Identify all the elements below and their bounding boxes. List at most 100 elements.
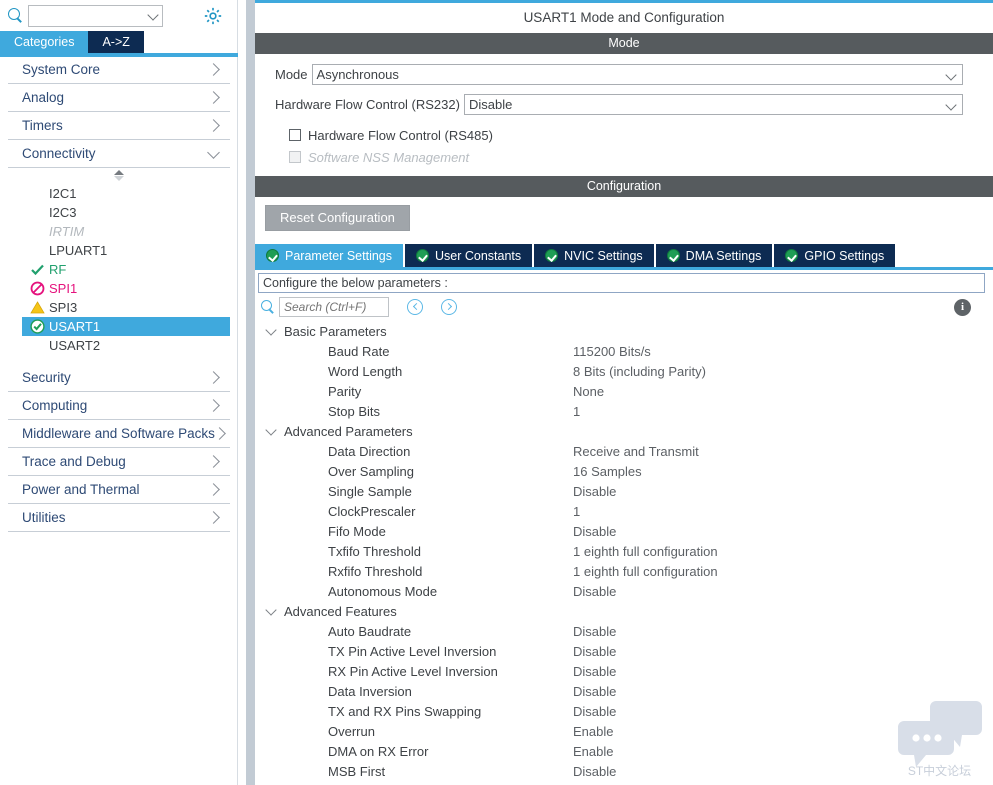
parameter-row[interactable]: OverrunEnable [261,721,993,741]
peripheral-item-usart1[interactable]: USART1 [22,317,230,336]
parameter-value[interactable]: 1 eighth full configuration [573,564,718,579]
parameter-row[interactable]: Stop Bits1 [261,401,993,421]
parameter-value[interactable]: Disable [573,644,616,659]
tab-categories[interactable]: Categories [0,31,88,53]
parameter-value[interactable]: Disable [573,664,616,679]
peripheral-item-usart2[interactable]: USART2 [8,336,230,355]
panel-splitter[interactable] [246,0,255,785]
parameter-row[interactable]: Single SampleDisable [261,481,993,501]
peripheral-item-rf[interactable]: RF [8,260,230,279]
parameter-row[interactable]: Autonomous ModeDisable [261,581,993,601]
peripheral-item-i2c1[interactable]: I2C1 [8,184,230,203]
parameter-value[interactable]: Disable [573,704,616,719]
peripheral-item-i2c3[interactable]: I2C3 [8,203,230,222]
chevron-right-icon[interactable] [207,63,220,76]
parameter-row[interactable]: Data DirectionReceive and Transmit [261,441,993,461]
parameter-value[interactable]: Enable [573,724,613,739]
spinner-up-arrow-icon[interactable] [114,170,124,175]
chevron-down-icon[interactable] [265,424,276,435]
sidebar-category-connectivity[interactable]: Connectivity [8,140,230,168]
parameter-row[interactable]: RX Pin Active Level InversionDisable [261,661,993,681]
peripheral-search-input[interactable] [29,6,162,26]
chevron-down-icon[interactable] [265,604,276,615]
chevron-right-icon[interactable] [207,119,220,132]
chevron-right-icon[interactable] [207,483,220,496]
chevron-right-icon[interactable] [207,91,220,104]
parameter-value[interactable]: 1 [573,504,580,519]
parameter-value[interactable]: Enable [573,744,613,759]
sidebar-category-security[interactable]: Security [8,364,230,392]
parameter-row[interactable]: Txfifo Threshold1 eighth full configurat… [261,541,993,561]
tab-gpio-settings[interactable]: GPIO Settings [774,244,895,267]
sidebar-category-timers[interactable]: Timers [8,112,230,140]
parameter-value[interactable]: Disable [573,524,616,539]
parameter-value[interactable]: 8 Bits (including Parity) [573,364,706,379]
peripheral-item-irtim[interactable]: IRTIM [8,222,230,241]
sidebar-category-middleware-and-software-packs[interactable]: Middleware and Software Packs [8,420,230,448]
parameter-row[interactable]: Over Sampling16 Samples [261,461,993,481]
sidebar-category-trace-and-debug[interactable]: Trace and Debug [8,448,230,476]
sidebar-category-power-and-thermal[interactable]: Power and Thermal [8,476,230,504]
parameter-group-advanced-parameters[interactable]: Advanced Parameters [261,421,993,441]
parameter-value[interactable]: 115200 Bits/s [573,344,651,359]
search-prev-icon[interactable] [407,299,423,315]
mode-select[interactable]: Asynchronous [312,64,963,85]
parameter-search-input[interactable] [280,298,388,316]
peripheral-item-spi3[interactable]: SPI3 [8,298,230,317]
tab-nvic-settings[interactable]: NVIC Settings [534,244,654,267]
chevron-down-icon[interactable] [265,324,276,335]
sidebar-category-system-core[interactable]: System Core [8,56,230,84]
parameter-row[interactable]: Word Length8 Bits (including Parity) [261,361,993,381]
parameter-value[interactable]: 1 eighth full configuration [573,544,718,559]
parameter-value[interactable]: None [573,384,604,399]
peripheral-search-combo[interactable] [28,5,163,27]
parameter-group-advanced-features[interactable]: Advanced Features [261,601,993,621]
sidebar-category-computing[interactable]: Computing [8,392,230,420]
peripheral-item-lpuart1[interactable]: LPUART1 [8,241,230,260]
info-icon[interactable]: i [954,299,971,316]
chevron-right-icon[interactable] [207,371,220,384]
search-next-icon[interactable] [441,299,457,315]
parameter-row[interactable]: Auto BaudrateDisable [261,621,993,641]
spinner-down-arrow-icon[interactable] [114,176,124,181]
sidebar-category-utilities[interactable]: Utilities [8,504,230,532]
tab-a-to-z[interactable]: A->Z [88,31,143,53]
parameter-row[interactable]: ParityNone [261,381,993,401]
parameter-group-basic-parameters[interactable]: Basic Parameters [261,321,993,341]
checkbox-rs485-row[interactable]: Hardware Flow Control (RS485) [289,124,985,146]
chevron-right-icon[interactable] [207,455,220,468]
parameter-value[interactable]: Disable [573,684,616,699]
checkbox-rs485[interactable] [289,129,301,141]
parameter-row[interactable]: TX Pin Active Level InversionDisable [261,641,993,661]
parameter-value[interactable]: Disable [573,764,616,779]
parameter-value[interactable]: 1 [573,404,580,419]
parameter-value[interactable]: Receive and Transmit [573,444,699,459]
tab-user-constants[interactable]: User Constants [405,244,532,267]
parameter-value[interactable]: Disable [573,584,616,599]
chevron-right-icon[interactable] [207,511,220,524]
gear-icon[interactable] [203,6,223,26]
chevron-down-icon[interactable] [207,146,220,159]
parameter-row[interactable]: ClockPrescaler1 [261,501,993,521]
parameter-value[interactable]: Disable [573,484,616,499]
parameter-row[interactable]: Fifo ModeDisable [261,521,993,541]
parameter-value[interactable]: Disable [573,624,616,639]
parameter-row[interactable]: Rxfifo Threshold1 eighth full configurat… [261,561,993,581]
chevron-right-icon[interactable] [207,399,220,412]
parameter-row[interactable]: DMA on RX ErrorEnable [261,741,993,761]
parameter-search-box[interactable] [279,297,389,317]
parameter-value[interactable]: 16 Samples [573,464,642,479]
chevron-down-icon[interactable] [945,69,956,80]
chevron-down-icon[interactable] [945,99,956,110]
sidebar-category-analog[interactable]: Analog [8,84,230,112]
scroll-spinner-icon[interactable] [8,168,230,182]
peripheral-item-spi1[interactable]: SPI1 [8,279,230,298]
reset-configuration-button[interactable]: Reset Configuration [265,205,410,231]
parameter-row[interactable]: Data InversionDisable [261,681,993,701]
parameter-row[interactable]: MSB FirstDisable [261,761,993,781]
parameter-row[interactable]: TX and RX Pins SwappingDisable [261,701,993,721]
parameter-row[interactable]: Baud Rate115200 Bits/s [261,341,993,361]
tab-parameter-settings[interactable]: Parameter Settings [255,244,403,267]
tab-dma-settings[interactable]: DMA Settings [656,244,773,267]
hardware-flow-control-select[interactable]: Disable [464,94,963,115]
